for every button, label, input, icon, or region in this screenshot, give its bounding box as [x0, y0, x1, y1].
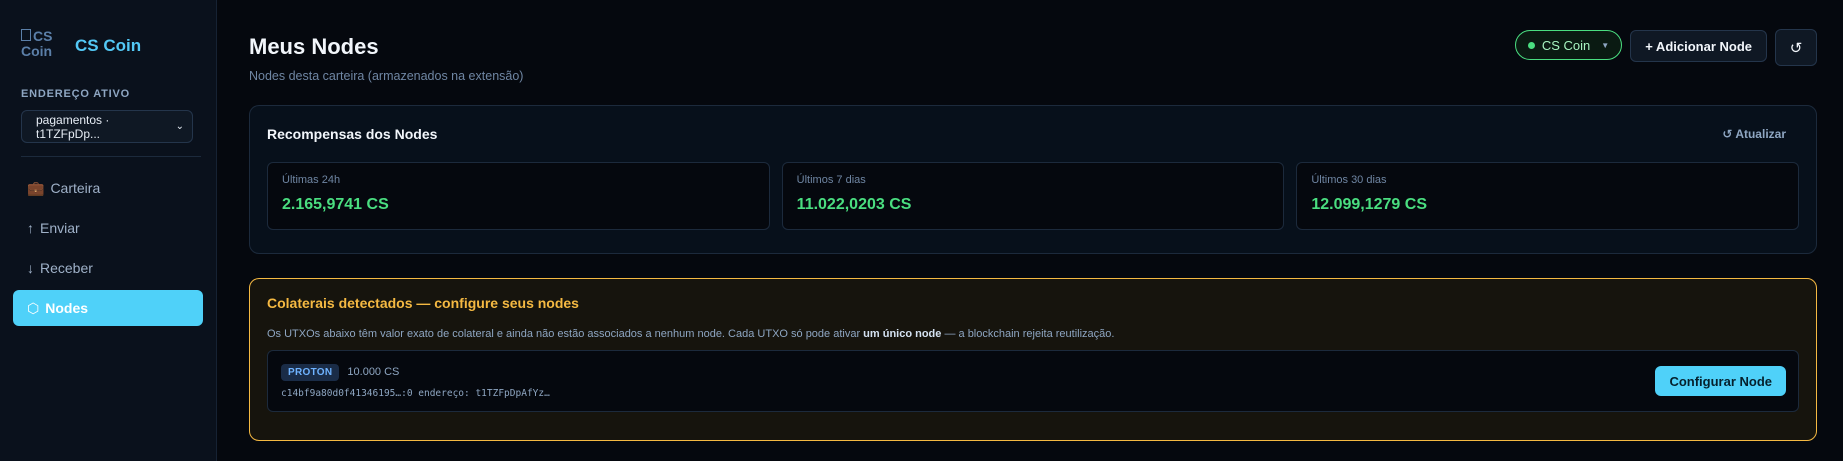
refresh-icon: ↺	[1789, 39, 1803, 57]
configure-node-button[interactable]: Configurar Node	[1655, 366, 1786, 396]
sidebar-divider	[21, 156, 201, 157]
collateral-card: Colaterais detectados — configure seus n…	[249, 278, 1817, 441]
arrow-up-icon: ↑	[27, 220, 34, 236]
wallet-icon: 💼	[27, 179, 45, 196]
stat-30d: Últimos 30 dias 12.099,1279 CS	[1296, 162, 1800, 230]
address-select[interactable]: pagamentos · t1TZFpDp... ⌄	[21, 110, 193, 143]
stat-label: Últimos 30 dias	[1311, 174, 1387, 186]
sidebar-item-label: Receber	[40, 260, 93, 276]
main-content: Meus Nodes Nodes desta carteira (armazen…	[217, 0, 1843, 461]
brand[interactable]: CS Coin CS Coin	[13, 28, 203, 64]
status-dot-icon	[1527, 41, 1535, 49]
rewards-card: Recompensas dos Nodes ↺ Atualizar Última…	[249, 105, 1817, 254]
header-actions: CS Coin ▼ + Adicionar Node ↺	[1514, 29, 1817, 66]
collateral-emphasis: um único node	[863, 328, 942, 340]
collateral-description: Os UTXOs abaixo têm valor exato de colat…	[267, 328, 1115, 340]
caret-down-icon: ▼	[1601, 40, 1610, 50]
sidebar-item-enviar[interactable]: ↑ Enviar	[13, 210, 203, 246]
sidebar-item-receber[interactable]: ↓ Receber	[13, 250, 203, 286]
app-root: CS Coin CS Coin ENDEREÇO ATIVO pagamento…	[0, 0, 1843, 461]
arrow-down-icon: ↓	[27, 260, 34, 276]
sidebar-item-carteira[interactable]: 💼 Carteira	[13, 170, 203, 206]
collateral-title: Colaterais detectados — configure seus n…	[267, 295, 579, 311]
stat-label: Últimas 24h	[282, 174, 341, 186]
utxo-row: PROTON 10.000 CS c14bf9a80d0f41346195…:0…	[267, 350, 1799, 412]
utxo-amount: 10.000 CS	[347, 366, 400, 378]
sidebar-item-label: Carteira	[50, 180, 101, 196]
sidebar-item-label: Nodes	[45, 300, 89, 316]
address-label: ENDEREÇO ATIVO	[21, 88, 130, 100]
stat-value: 11.022,0203 CS	[796, 196, 912, 213]
sidebar-item-label: Enviar	[40, 220, 80, 236]
rewards-title: Recompensas dos Nodes	[267, 126, 438, 142]
rewards-stats: Últimas 24h 2.165,9741 CS Últimos 7 dias…	[267, 162, 1800, 230]
page-subtitle: Nodes desta carteira (armazenados na ext…	[249, 69, 524, 83]
network-label: CS Coin	[1541, 37, 1591, 53]
stat-label: Últimos 7 dias	[796, 174, 866, 186]
sidebar: CS Coin CS Coin ENDEREÇO ATIVO pagamento…	[0, 0, 217, 461]
page-title: Meus Nodes	[249, 34, 379, 59]
refresh-button[interactable]: ↺	[1775, 29, 1817, 66]
address-select-value: pagamentos · t1TZFpDp...	[36, 112, 110, 141]
tier-badge: PROTON	[281, 363, 340, 381]
stat-value: 12.099,1279 CS	[1311, 196, 1427, 213]
add-node-button[interactable]: + Adicionar Node	[1630, 30, 1767, 62]
network-selector[interactable]: CS Coin ▼	[1514, 30, 1623, 60]
stat-value: 2.165,9741 CS	[282, 196, 389, 213]
topbar: Meus Nodes Nodes desta carteira (armazen…	[249, 0, 1817, 83]
utxo-meta: c14bf9a80d0f41346195…:0 endereço: t1TZFp…	[281, 387, 550, 399]
brand-name: CS Coin	[75, 36, 142, 55]
hexagon-icon: ⬡	[27, 299, 40, 316]
logo-icon: CS Coin	[21, 29, 53, 59]
update-rewards-button[interactable]: ↺ Atualizar	[1722, 127, 1799, 141]
stat-7d: Últimos 7 dias 11.022,0203 CS	[781, 162, 1285, 230]
sidebar-item-nodes[interactable]: ⬡ Nodes	[13, 290, 203, 326]
chevron-down-icon: ⌄	[175, 121, 184, 132]
stat-24h: Últimas 24h 2.165,9741 CS	[267, 162, 770, 230]
